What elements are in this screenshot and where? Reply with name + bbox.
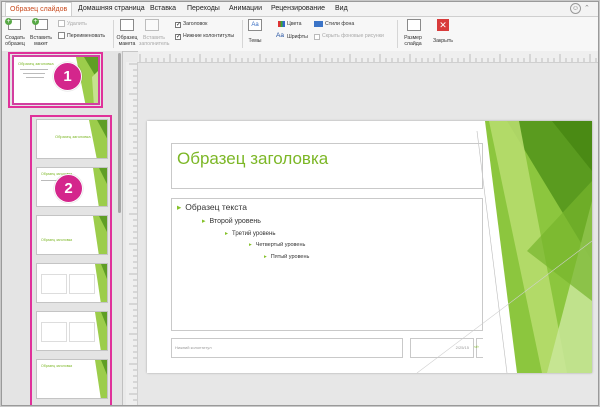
body-placeholder[interactable]: ▸ Образец текста ▸ Второй уровень ▸ Третий …	[171, 198, 483, 331]
vertical-ruler	[126, 62, 138, 405]
horizontal-ruler	[138, 51, 598, 63]
tab-transitions[interactable]: Переходы	[187, 4, 220, 14]
date-placeholder[interactable]: 2/25/15	[410, 338, 474, 358]
hide-bg-label: Скрыть фоновые рисунки	[322, 33, 384, 39]
date-text: 2/25/15	[455, 345, 469, 350]
delete-icon	[58, 20, 65, 27]
placeholder-icon	[145, 19, 159, 31]
slide-editor: Образец заголовка ▸ Образец текста ▸ Второ…	[138, 63, 598, 405]
footers-checkbox[interactable]: ✓	[175, 34, 181, 40]
ribbon: + Создать образец + Вставить макет Удали…	[2, 17, 598, 52]
close-label: Закрыть	[433, 38, 453, 44]
tab-insert[interactable]: Вставка	[150, 4, 176, 14]
bg-styles-icon	[314, 21, 323, 27]
tab-slide-master[interactable]: Образец слайдов	[5, 2, 73, 16]
layout-thumbnail[interactable]: Образец заголовка	[36, 215, 108, 255]
layout-thumbnail[interactable]: Образец заголовка	[36, 119, 108, 159]
tab-home[interactable]: Домашняя страница	[78, 4, 145, 14]
slide-size-label-2: слайда	[404, 41, 422, 47]
app-window: Образец слайдов Домашняя страница Вставк…	[1, 1, 599, 406]
text-level-2: ▸ Второй уровень	[202, 218, 261, 225]
green-facets-graphic	[89, 120, 107, 158]
ribbon-tabs: Образец слайдов Домашняя страница Вставк…	[2, 2, 598, 17]
insert-placeholder-label-2: заполнитель	[139, 41, 170, 47]
insert-layout-label-2: макет	[34, 41, 48, 47]
page-number-text: ‹#›	[474, 344, 479, 349]
fonts-button[interactable]: Шрифты	[287, 34, 308, 40]
slide-title: Образец заголовка	[177, 149, 329, 168]
master-layout-label-2: макета	[118, 41, 136, 47]
title-checkbox-label: Заголовок	[183, 21, 208, 27]
create-sample-label-2: образец	[5, 41, 25, 47]
delete-button[interactable]: Удалить	[67, 21, 87, 27]
feedback-smile-icon[interactable]: ☺	[570, 3, 581, 14]
thumb-title: Образец заголовка	[18, 61, 54, 66]
callout-1: 1	[53, 62, 82, 91]
master-slide[interactable]: Образец заголовка ▸ Образец текста ▸ Второ…	[147, 121, 592, 373]
plus-icon: +	[32, 18, 39, 25]
tab-view[interactable]: Вид	[335, 4, 348, 14]
close-icon: ✕	[437, 19, 449, 31]
layout-thumbnail[interactable]	[36, 311, 108, 351]
thumbnail-pane: Образец заголовка Образец заголовка Обра…	[2, 51, 123, 405]
themes-label: Темы	[248, 38, 262, 44]
bg-styles-button[interactable]: Стили фона	[325, 21, 354, 27]
layout-thumbnail[interactable]: Образец заголовка	[36, 359, 108, 399]
footers-checkbox-label: Нижние колонтитулы	[183, 33, 235, 39]
master-layout-icon	[120, 19, 134, 31]
title-checkbox[interactable]: ✓	[175, 22, 181, 28]
tab-animations[interactable]: Анимации	[229, 4, 262, 14]
plus-icon: +	[5, 18, 12, 25]
ribbon-collapse-icon[interactable]: ⌃	[584, 4, 590, 12]
rename-icon	[58, 32, 65, 39]
footer-placeholder[interactable]: Нижний колонтитул	[171, 338, 403, 358]
callout-2: 2	[54, 174, 83, 203]
thumb-title: Образец заголовка	[55, 134, 91, 139]
text-level-5: ▸ Пятый уровень	[264, 254, 310, 260]
slide-size-icon	[407, 19, 421, 31]
title-placeholder[interactable]: Образец заголовка	[171, 143, 483, 189]
text-level-3: ▸ Третий уровень	[225, 231, 276, 237]
colors-icon	[278, 21, 285, 27]
green-facets-graphic	[93, 216, 107, 254]
text-level-4: ▸ Четвертый уровень	[249, 242, 306, 248]
tab-review[interactable]: Рецензирование	[271, 4, 325, 14]
text-level-1: ▸ Образец текста	[177, 202, 247, 212]
layout-thumbnail[interactable]	[36, 263, 108, 303]
footer-text: Нижний колонтитул	[175, 345, 212, 350]
rename-button[interactable]: Переименовать	[67, 33, 105, 39]
themes-icon: Aa	[248, 19, 262, 31]
colors-button[interactable]: Цвета	[287, 21, 301, 27]
hide-bg-checkbox[interactable]	[314, 34, 320, 40]
fonts-icon: Аа	[276, 32, 285, 39]
thumbnail-scrollbar[interactable]	[118, 51, 121, 405]
scrollbar-thumb[interactable]	[118, 53, 121, 213]
